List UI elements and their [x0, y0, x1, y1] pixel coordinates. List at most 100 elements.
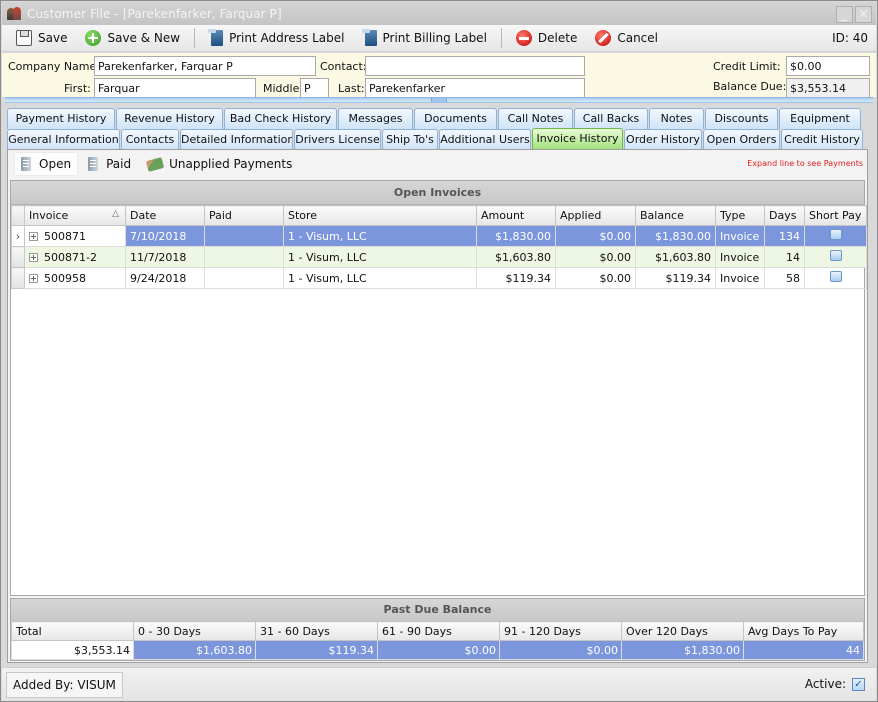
credit-limit-field[interactable] — [786, 56, 870, 76]
tab-messages[interactable]: Messages — [338, 108, 413, 129]
close-button[interactable]: ✕ — [855, 6, 872, 23]
first-name-field[interactable] — [94, 78, 256, 98]
tab-equipment[interactable]: Equipment — [779, 108, 861, 129]
expand-icon[interactable] — [29, 231, 38, 241]
minimize-button[interactable]: _ — [836, 6, 853, 23]
cell-amount: $119.34 — [476, 267, 556, 289]
row-indicator — [11, 246, 25, 268]
row-pointer: › — [11, 225, 25, 247]
unapplied-payments-button[interactable]: Unapplied Payments — [141, 152, 298, 176]
expand-icon[interactable] — [29, 273, 38, 283]
past-due-header-row: Total 0 - 30 Days 31 - 60 Days 61 - 90 D… — [11, 621, 864, 641]
middle-name-label: Middle: — [263, 82, 304, 95]
cell-applied: $0.00 — [555, 267, 636, 289]
paid-button[interactable]: Paid — [82, 152, 137, 176]
col-store[interactable]: Store — [283, 205, 477, 226]
invoice-number: 500871-2 — [44, 250, 97, 264]
middle-name-field[interactable] — [300, 78, 329, 98]
cell-invoice: 500958 — [24, 267, 126, 289]
last-name-field[interactable] — [365, 78, 585, 98]
table-row[interactable]: 500958 9/24/2018 1 - Visum, LLC $119.34 … — [11, 267, 867, 289]
header-row: Invoice △ Date Paid Store Amount Applied … — [11, 205, 867, 226]
value-91-120-days: $0.00 — [499, 640, 622, 660]
cell-days: 58 — [764, 267, 805, 289]
short-pay-checkbox[interactable] — [829, 250, 842, 261]
save-new-button[interactable]: Save & New — [85, 30, 180, 46]
company-name-field[interactable] — [94, 56, 316, 76]
tab-call-notes[interactable]: Call Notes — [498, 108, 573, 129]
tab-bad-check-history[interactable]: Bad Check History — [224, 108, 337, 129]
value-0-30-days: $1,603.80 — [133, 640, 256, 660]
cell-type: Invoice — [715, 267, 765, 289]
col-type[interactable]: Type — [715, 205, 765, 226]
open-button[interactable]: Open — [14, 152, 79, 176]
delete-label: Delete — [537, 31, 578, 45]
splitter-grip[interactable] — [431, 98, 447, 102]
added-by-label: Added By: VISUM — [6, 672, 123, 698]
tab-ship-tos[interactable]: Ship To's — [382, 129, 438, 150]
customer-header-form: Company Name: Contact: First: Middle: La… — [2, 53, 876, 98]
cell-paid — [204, 267, 284, 289]
col-balance[interactable]: Balance — [635, 205, 716, 226]
tab-additional-users[interactable]: Additional Users — [439, 129, 531, 150]
cell-applied: $0.00 — [555, 225, 636, 247]
print-address-label-button[interactable]: Print Address Label — [208, 29, 345, 46]
col-applied[interactable]: Applied — [555, 205, 636, 226]
invoice-number: 500871 — [44, 229, 86, 243]
tab-drivers-license[interactable]: Drivers License — [294, 129, 381, 150]
tab-general-information[interactable]: General Information — [7, 129, 120, 150]
tab-notes[interactable]: Notes — [649, 108, 704, 129]
document-icon — [21, 157, 31, 171]
tab-order-history[interactable]: Order History — [624, 129, 702, 150]
print-address-label: Print Address Label — [229, 31, 345, 45]
floppy-disk-icon — [16, 30, 32, 46]
money-hand-icon — [145, 156, 165, 172]
customers-icon — [6, 6, 22, 22]
short-pay-checkbox[interactable] — [829, 229, 842, 240]
tab-invoice-history[interactable]: Invoice History — [532, 128, 623, 150]
short-pay-checkbox[interactable] — [829, 271, 842, 282]
splitter-bar[interactable] — [5, 97, 873, 103]
col-short-pay[interactable]: Short Pay — [804, 205, 867, 226]
open-invoices-title: Open Invoices — [11, 181, 864, 205]
contact-field[interactable] — [365, 56, 585, 76]
col-date[interactable]: Date — [125, 205, 205, 226]
window-title: Customer File - [Parekenfarker, Farquar … — [27, 6, 282, 21]
customer-id: ID: 40 — [832, 31, 868, 45]
tab-credit-history[interactable]: Credit History — [781, 129, 863, 150]
print-billing-label-button[interactable]: Print Billing Label — [361, 29, 487, 46]
tab-discounts[interactable]: Discounts — [705, 108, 778, 129]
cancel-button[interactable]: Cancel — [595, 30, 658, 46]
tab-call-backs[interactable]: Call Backs — [574, 108, 648, 129]
cell-date: 7/10/2018 — [125, 225, 205, 247]
expand-icon[interactable] — [29, 252, 38, 262]
cell-amount: $1,830.00 — [476, 225, 556, 247]
tab-contacts[interactable]: Contacts — [121, 129, 179, 150]
col-total: Total — [11, 621, 134, 641]
cell-balance: $1,830.00 — [635, 225, 716, 247]
tab-open-orders[interactable]: Open Orders — [703, 129, 780, 150]
table-row[interactable]: › 500871 7/10/2018 1 - Visum, LLC $1,830… — [11, 225, 867, 247]
col-91-120-days: 91 - 120 Days — [499, 621, 622, 641]
save-button[interactable]: Save — [16, 30, 67, 46]
past-due-balance-grid: Past Due Balance Total 0 - 30 Days 31 - … — [10, 598, 865, 661]
cell-date: 9/24/2018 — [125, 267, 205, 289]
active-checkbox[interactable]: ✓ — [852, 678, 865, 691]
tab-detailed-information[interactable]: Detailed Information — [180, 129, 293, 150]
cell-short-pay — [804, 246, 867, 268]
col-invoice[interactable]: Invoice △ — [24, 205, 126, 226]
cell-short-pay — [804, 267, 867, 289]
col-days[interactable]: Days — [764, 205, 805, 226]
col-paid[interactable]: Paid — [204, 205, 284, 226]
label-printer-icon — [361, 29, 377, 46]
table-row[interactable]: 500871-2 11/7/2018 1 - Visum, LLC $1,603… — [11, 246, 867, 268]
tab-documents[interactable]: Documents — [414, 108, 497, 129]
tab-payment-history[interactable]: Payment History — [7, 108, 115, 129]
col-amount[interactable]: Amount — [476, 205, 556, 226]
open-invoices-grid: Open Invoices Invoice △ Date Paid Store A… — [10, 180, 867, 596]
delete-button[interactable]: Delete — [515, 30, 578, 46]
active-label: Active: — [804, 677, 846, 691]
tab-revenue-history[interactable]: Revenue History — [116, 108, 223, 129]
cell-store: 1 - Visum, LLC — [283, 246, 477, 268]
save-new-label: Save & New — [107, 31, 181, 45]
